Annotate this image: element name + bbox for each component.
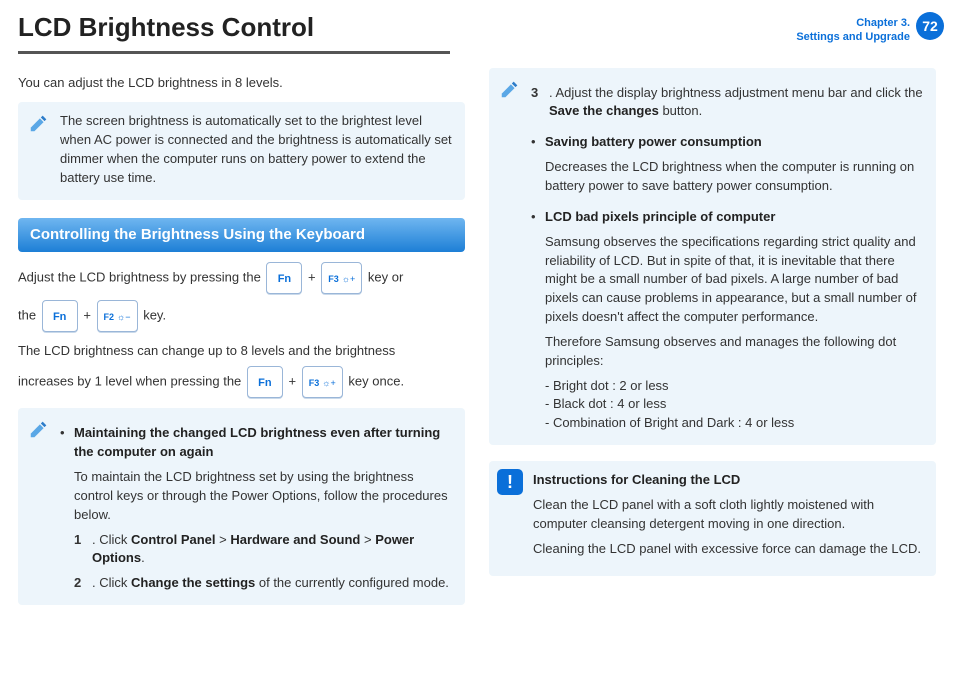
levels-post-pre: increases by 1 level when pressing the xyxy=(18,374,245,389)
plus-sign-2: + xyxy=(83,307,94,322)
step2-text: . Click Change the settings of the curre… xyxy=(92,574,449,593)
maintain-body: To maintain the LCD brightness set by us… xyxy=(74,468,453,525)
key-period: key. xyxy=(143,307,166,322)
page-number-badge: 72 xyxy=(916,12,944,40)
auto-brightness-note: The screen brightness is automatically s… xyxy=(18,102,465,199)
cleaning-warning: ! Instructions for Cleaning the LCD Clea… xyxy=(489,461,936,576)
warning-icon: ! xyxy=(497,469,523,495)
key-once: key once. xyxy=(348,374,404,389)
auto-brightness-text: The screen brightness is automatically s… xyxy=(60,113,452,185)
right-note-body: 3 . Adjust the display brightness adjust… xyxy=(531,84,924,434)
f3-up-key-2: F3☼+ xyxy=(302,366,343,398)
badpx-heading: LCD bad pixels principle of computer xyxy=(545,209,775,224)
step-3: 3 . Adjust the display brightness adjust… xyxy=(531,84,924,122)
badpx-l2: - Black dot : 4 or less xyxy=(545,395,924,414)
levels-line1: The LCD brightness can change up to 8 le… xyxy=(18,342,465,361)
badpx-l1: - Bright dot : 2 or less xyxy=(545,377,924,396)
right-column: 3 . Adjust the display brightness adjust… xyxy=(489,68,936,622)
fn-key: Fn xyxy=(266,262,302,294)
note-icon-2 xyxy=(28,418,50,440)
right-note: 3 . Adjust the display brightness adjust… xyxy=(489,68,936,446)
section-heading: Controlling the Brightness Using the Key… xyxy=(18,218,465,252)
clean-p1: Clean the LCD panel with a soft cloth li… xyxy=(533,496,924,534)
breadcrumb: Chapter 3. Settings and Upgrade xyxy=(796,12,910,45)
battery-body: Decreases the LCD brightness when the co… xyxy=(545,158,924,196)
clean-heading: Instructions for Cleaning the LCD xyxy=(533,472,740,487)
page-title: LCD Brightness Control xyxy=(18,12,796,43)
intro-text: You can adjust the LCD brightness in 8 l… xyxy=(18,74,465,93)
badpx-p2: Therefore Samsung observes and manages t… xyxy=(545,333,924,371)
key-or: key or xyxy=(368,269,403,284)
plus-sign: + xyxy=(308,269,319,284)
adjust-pre: Adjust the LCD brightness by pressing th… xyxy=(18,269,264,284)
badpx-p1: Samsung observes the specifications rega… xyxy=(545,233,924,327)
chapter-line2: Settings and Upgrade xyxy=(796,31,910,43)
step2-number: 2 xyxy=(74,574,92,593)
fn-key-2: Fn xyxy=(42,300,78,332)
step1-number: 1 xyxy=(74,531,92,569)
step-2: 2 . Click Change the settings of the cur… xyxy=(74,574,453,593)
adjust-line1: Adjust the LCD brightness by pressing th… xyxy=(18,262,465,294)
fn-key-3: Fn xyxy=(247,366,283,398)
note-icon xyxy=(28,112,50,134)
clean-p2: Cleaning the LCD panel with excessive fo… xyxy=(533,540,924,559)
the-word: the xyxy=(18,307,40,322)
step3-text: . Adjust the display brightness adjustme… xyxy=(549,84,924,122)
step-1: 1 . Click Control Panel > Hardware and S… xyxy=(74,531,453,569)
f2-down-key: F2☼− xyxy=(97,300,138,332)
badpx-bullet: LCD bad pixels principle of computer Sam… xyxy=(531,208,924,433)
maintain-heading: Maintaining the changed LCD brightness e… xyxy=(74,425,440,459)
adjust-line2: the Fn + F2☼− key. xyxy=(18,300,465,332)
step3-number: 3 xyxy=(531,84,549,122)
step1-text: . Click Control Panel > Hardware and Sou… xyxy=(92,531,453,569)
plus-sign-3: + xyxy=(289,374,300,389)
levels-line2: increases by 1 level when pressing the F… xyxy=(18,366,465,398)
badpx-l3: - Combination of Bright and Dark : 4 or … xyxy=(545,414,924,433)
content-columns: You can adjust the LCD brightness in 8 l… xyxy=(0,54,954,622)
chapter-line1: Chapter 3. xyxy=(856,17,910,29)
maintain-note: Maintaining the changed LCD brightness e… xyxy=(18,408,465,605)
note-icon-3 xyxy=(499,78,521,100)
maintain-bullet: Maintaining the changed LCD brightness e… xyxy=(60,424,453,593)
battery-heading: Saving battery power consumption xyxy=(545,134,762,149)
header: LCD Brightness Control Chapter 3. Settin… xyxy=(0,0,954,47)
battery-bullet: Saving battery power consumption Decreas… xyxy=(531,133,924,196)
left-column: You can adjust the LCD brightness in 8 l… xyxy=(18,68,465,622)
f3-up-key: F3☼+ xyxy=(321,262,362,294)
